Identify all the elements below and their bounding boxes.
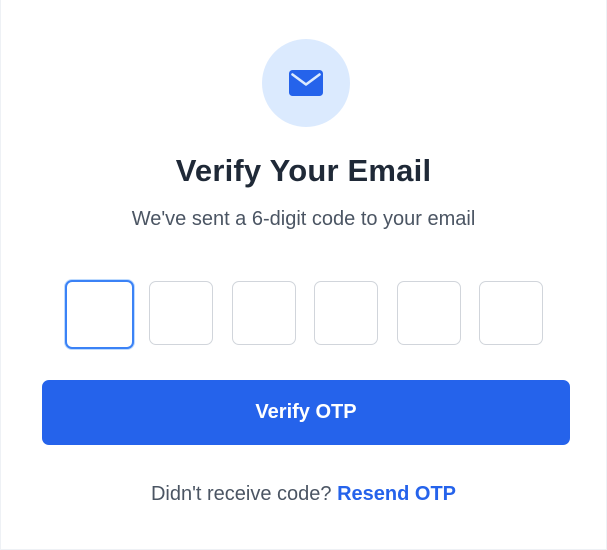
otp-input-group xyxy=(65,280,546,350)
otp-digit-1[interactable] xyxy=(65,280,134,349)
mail-icon-circle xyxy=(262,39,350,127)
resend-otp-link[interactable]: Resend OTP xyxy=(337,483,456,505)
page-subtitle: We've sent a 6-digit code to your email xyxy=(131,208,476,230)
resend-prompt: Didn't receive code? xyxy=(150,483,338,505)
otp-digit-3[interactable] xyxy=(232,281,296,345)
otp-digit-4[interactable] xyxy=(314,281,378,345)
resend-row: Didn't receive code? Resend OTP xyxy=(0,483,607,506)
otp-digit-6[interactable] xyxy=(479,281,543,345)
verify-email-card: Verify Your Email We've sent a 6-digit c… xyxy=(0,0,607,550)
mail-icon xyxy=(289,70,323,96)
otp-digit-5[interactable] xyxy=(397,281,461,345)
page-title: Verify Your Email xyxy=(175,153,432,188)
otp-digit-2[interactable] xyxy=(149,281,213,345)
verify-otp-button[interactable]: Verify OTP xyxy=(42,380,570,445)
